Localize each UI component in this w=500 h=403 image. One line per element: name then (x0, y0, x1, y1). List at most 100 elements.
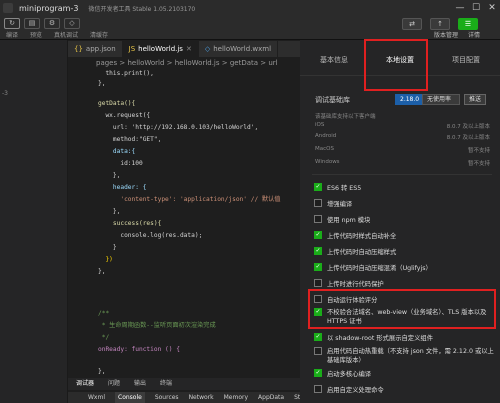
tab-problems[interactable]: 问题 (108, 378, 120, 390)
clear-cache-icon[interactable]: ◇ (64, 18, 80, 29)
tab-wxml[interactable]: Wxml (88, 392, 105, 403)
checkbox-unchecked-icon[interactable] (314, 347, 322, 355)
option-label: 增强编译 (327, 201, 353, 208)
compat-os: MacOS (315, 146, 334, 152)
sdk-usage-select[interactable]: 无使用率 (422, 94, 460, 105)
code-line: 'content-type': 'application/json' // 默认… (98, 196, 281, 203)
tab-app-json[interactable]: {} app.json (68, 41, 123, 57)
code-line: }, (98, 268, 106, 275)
tab-basic-info[interactable]: 基本信息 (320, 55, 348, 65)
tab-helloworld-js[interactable]: JS helloWorld.js ✕ (122, 41, 199, 57)
close-button[interactable]: ✕ (484, 0, 500, 16)
checkbox-checked-icon[interactable]: ✓ (314, 183, 322, 191)
checkbox-unchecked-icon[interactable] (314, 199, 322, 207)
divider (312, 174, 492, 175)
preview-label[interactable]: 预览 (30, 30, 42, 39)
code-line: wx.request({ (98, 112, 151, 119)
tab-label: app.json (85, 45, 116, 53)
upload-button[interactable]: ↑ (430, 18, 450, 30)
option-label: 启用代码自动热重载（不支持 json 文件，需 2.12.0 或以上基础库版本） (327, 348, 494, 364)
devtools-tabs: Wxml Console Sources Network Memory AppD… (68, 392, 310, 403)
code-line: console.log(res.data); (98, 232, 203, 239)
option-es6[interactable]: ✓ ES6 转 ES5 (314, 183, 494, 192)
compat-version: 8.0.7 及以上版本 (446, 135, 490, 141)
compat-row: Android 8.0.7 及以上版本 (315, 133, 490, 141)
code-line: getData(){ (98, 100, 136, 107)
option-style-autoprefix[interactable]: ✓ 上传代码时样式自动补全 (314, 231, 494, 240)
panel-tabs: 调试器 问题 输出 终端 (68, 378, 300, 390)
option-hot-reload[interactable]: 启用代码自动热重载（不支持 json 文件，需 2.12.0 或以上基础库版本） (314, 347, 494, 365)
code-line: * 生命周期函数--监听页面初次渲染完成 (98, 322, 216, 329)
checkbox-checked-icon[interactable]: ✓ (314, 333, 322, 341)
option-label: 启用自定义处理命令 (327, 387, 384, 394)
code-line: data:{ (98, 148, 136, 155)
code-line: onReady: function () { (98, 346, 180, 353)
code-line: }, (98, 80, 106, 87)
maximize-button[interactable]: ☐ (468, 0, 484, 16)
tab-memory[interactable]: Memory (224, 392, 248, 403)
push-button[interactable]: 推送 (464, 94, 487, 105)
option-enhance-compile[interactable]: 增强编译 (314, 199, 494, 208)
tab-console[interactable]: Console (115, 392, 145, 403)
details-button[interactable]: ☰ (458, 18, 478, 30)
support-note: 该基础库支持以下客户端 (315, 114, 376, 120)
option-shadow-root[interactable]: ✓ 以 shadow-root 形式展示自定义组件 (314, 333, 494, 342)
remote-debug-icon[interactable]: ⚙ (44, 18, 60, 29)
compat-os: Android (315, 133, 337, 139)
checkbox-checked-icon[interactable]: ✓ (314, 231, 322, 239)
version-label[interactable]: 版本管理 (434, 30, 458, 39)
option-multi-core[interactable]: ✓ 启动多核心编译 (314, 369, 494, 378)
version-button[interactable]: ⇄ (402, 18, 422, 30)
clear-cache-label[interactable]: 清缓存 (90, 30, 108, 39)
option-code-protect[interactable]: 上传时进行代码保护 (314, 279, 494, 288)
preview-icon[interactable]: ▤ (24, 18, 40, 29)
details-label[interactable]: 详情 (468, 30, 480, 39)
code-line: }, (98, 368, 106, 375)
json-file-icon: {} (74, 45, 83, 53)
compile-label[interactable]: 编译 (6, 30, 18, 39)
file-explorer: -3 (0, 40, 68, 403)
app-logo-icon (3, 3, 13, 13)
option-label: ES6 转 ES5 (327, 185, 362, 192)
checkbox-unchecked-icon[interactable] (314, 385, 322, 393)
js-file-icon: JS (128, 45, 136, 53)
option-custom-command[interactable]: 启用自定义处理命令 (314, 385, 494, 394)
option-npm[interactable]: 使用 npm 模块 (314, 215, 494, 224)
tab-project-config[interactable]: 项目配置 (452, 55, 480, 65)
compat-version: 暂不支持 (467, 148, 490, 154)
code-line: id:100 (98, 160, 143, 167)
local-settings-highlight (364, 39, 428, 91)
tab-network[interactable]: Network (189, 392, 214, 403)
details-panel: 基本信息 本地设置 项目配置 调试基础库 2.18.0 无使用率 推送 该基础库… (300, 39, 500, 403)
option-uglify[interactable]: ✓ 上传代码时自动压缩混淆（Uglifyjs） (314, 263, 494, 272)
toolbar-right-actions: ⇄ ↑ ☰ (402, 18, 478, 30)
sdk-label: 调试基础库 (315, 96, 350, 104)
domain-check-highlight (308, 289, 496, 329)
compile-icon[interactable]: ↻ (4, 18, 20, 29)
checkbox-unchecked-icon[interactable] (314, 279, 322, 287)
code-line: header: { (98, 184, 147, 191)
checkbox-checked-icon[interactable]: ✓ (314, 369, 322, 377)
code-editor[interactable]: this.print(), }, getData(){ wx.request({… (68, 69, 300, 378)
close-tab-icon[interactable]: ✕ (186, 45, 192, 53)
tab-terminal[interactable]: 终端 (160, 378, 172, 390)
checkbox-checked-icon[interactable]: ✓ (314, 247, 322, 255)
code-line: url: 'http://192.168.0.103/helloWorld', (98, 124, 259, 131)
minimize-button[interactable]: — (452, 0, 468, 16)
option-minify-style[interactable]: ✓ 上传代码时自动压缩样式 (314, 247, 494, 256)
checkbox-unchecked-icon[interactable] (314, 215, 322, 223)
tab-debugger[interactable]: 调试器 (76, 378, 94, 390)
option-label: 上传代码时自动压缩样式 (327, 249, 397, 256)
tab-sources[interactable]: Sources (155, 392, 179, 403)
toolbar-actions: ↻ ▤ ⚙ ◇ (4, 18, 80, 29)
explorer-item[interactable]: -3 (2, 90, 8, 97)
sdk-version-select[interactable]: 2.18.0 (395, 94, 425, 105)
remote-debug-label[interactable]: 真机调试 (54, 30, 78, 39)
tab-appdata[interactable]: AppData (258, 392, 284, 403)
window-controls: — ☐ ✕ (452, 0, 500, 16)
checkbox-checked-icon[interactable]: ✓ (314, 263, 322, 271)
tab-helloworld-wxml[interactable]: ◇ helloWorld.wxml (199, 41, 279, 57)
tab-output[interactable]: 输出 (134, 378, 146, 390)
code-line: } (98, 244, 117, 251)
tab-label: helloWorld.wxml (213, 45, 272, 53)
